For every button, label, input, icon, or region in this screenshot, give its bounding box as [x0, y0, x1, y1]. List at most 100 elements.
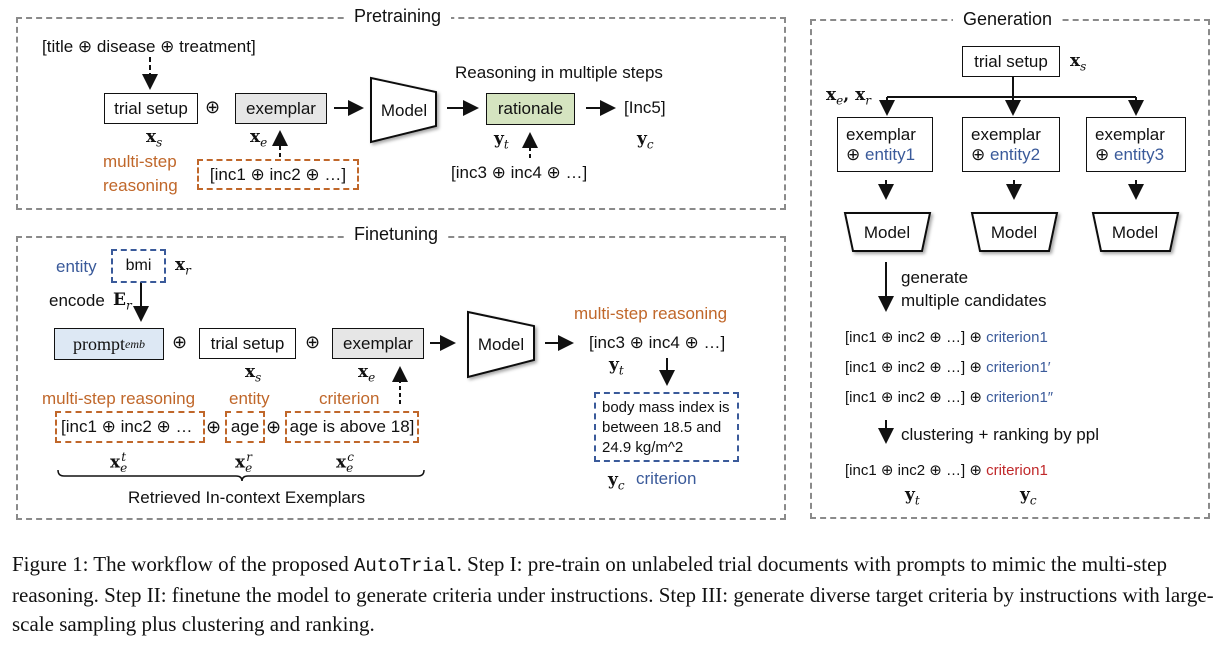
finetuning-title: Finetuning: [344, 224, 449, 245]
gen-candidate-1: [inc1 ⊕ inc2 ⊕ …] ⊕ criterion1: [845, 328, 1048, 348]
ft-criterion-label: criterion: [319, 389, 380, 408]
gen-model-label-2: Model: [990, 223, 1038, 242]
candidate-prefix: [inc1 ⊕ inc2 ⊕ …] ⊕: [845, 389, 987, 406]
subscript: t: [503, 137, 509, 152]
rationale-label: rationale: [497, 99, 564, 118]
entity-label: entity1: [864, 144, 916, 164]
candidate-criterion: criterion1″: [986, 389, 1054, 406]
ft-xe: xe: [358, 362, 375, 387]
subscript: r: [125, 298, 132, 313]
oplus-symbol: ⊕: [266, 417, 282, 437]
criterion-line: 24.9 kg/m^2: [602, 439, 684, 456]
trial-setup-label: trial setup: [210, 333, 285, 353]
gen-exemplar-box-2: exemplar ⊕ entity2: [962, 117, 1060, 172]
comma: ,: [843, 85, 856, 105]
ft-exemplar-box: exemplar: [332, 328, 424, 359]
subscript: t: [914, 493, 920, 508]
entity-label: entity2: [989, 144, 1041, 164]
oplus-symbol: ⊕: [206, 417, 222, 437]
oplus-symbol: ⊕: [971, 144, 986, 164]
gen-exemplar-box-3: exemplar ⊕ entity3: [1086, 117, 1186, 172]
gen-xs: xs: [1070, 51, 1086, 76]
pretraining-title: Pretraining: [344, 6, 452, 27]
candidate-prefix: [inc1 ⊕ inc2 ⊕ …] ⊕: [845, 462, 987, 479]
oplus-symbol: ⊕: [305, 332, 321, 352]
superscript: r: [246, 450, 252, 464]
criterion-line: body mass index is: [602, 399, 730, 416]
candidate-criterion: criterion1: [986, 329, 1048, 346]
prompt-text: prompt: [73, 333, 125, 354]
prompt-subscript: emb: [125, 336, 145, 351]
x-symbol: x: [1070, 51, 1081, 71]
pretrain-inc34-bracket: [inc3 ⊕ inc4 ⊕ …]: [451, 163, 588, 182]
caption-text: Figure 1: The workflow of the proposed: [12, 552, 354, 576]
subscript: e: [368, 370, 376, 385]
ft-prompt-box: prompt emb: [54, 328, 164, 360]
pretrain-yt: yt: [494, 129, 509, 154]
figure-caption: Figure 1: The workflow of the proposed A…: [12, 550, 1222, 639]
pretrain-model-label: Model: [380, 101, 428, 120]
entity-line: ⊕ entity3: [1095, 145, 1164, 165]
E-symbol: E: [113, 290, 126, 310]
subscript: s: [1080, 59, 1087, 74]
ft-model-label: Model: [477, 335, 525, 354]
gen-candidate-3: [inc1 ⊕ inc2 ⊕ …] ⊕ criterion1″: [845, 388, 1053, 408]
ft-criterion-box: age is above 18]: [285, 411, 419, 443]
x-symbol: x: [336, 452, 347, 473]
ft-xet: xet: [110, 447, 127, 478]
ft-age-box: age: [225, 411, 265, 443]
candidate-prefix: [inc1 ⊕ inc2 ⊕ …] ⊕: [845, 329, 987, 346]
exemplar-label: exemplar: [846, 124, 916, 144]
entity-line: ⊕ entity2: [971, 145, 1040, 165]
subscript: c: [1029, 493, 1037, 508]
y-symbol: y: [1020, 485, 1030, 505]
x-symbol: x: [358, 362, 369, 382]
gen-yt: yt: [905, 485, 920, 510]
ft-trial-setup-box: trial setup: [199, 328, 296, 359]
oplus-symbol: ⊕: [205, 97, 221, 117]
ft-out-multistep-label: multi-step reasoning: [574, 304, 728, 323]
ft-xs: xs: [245, 362, 261, 387]
pretrain-xe: xe: [250, 127, 267, 152]
ft-yc: yc: [608, 470, 625, 495]
age-text: age: [230, 417, 260, 436]
ft-yt: yt: [609, 355, 624, 380]
pretrain-xs: xs: [146, 127, 162, 152]
x-symbol: x: [235, 452, 246, 473]
candidate-criterion: criterion1′: [986, 359, 1051, 376]
ft-Er: Er: [113, 290, 132, 315]
final-criterion: criterion1: [986, 462, 1048, 479]
ft-inc-box: [inc1 ⊕ inc2 ⊕ …: [55, 411, 205, 443]
reasoning-multiple-steps-label: Reasoning in multiple steps: [455, 63, 663, 82]
oplus-symbol: ⊕: [1095, 144, 1110, 164]
subscript: s: [156, 135, 163, 150]
x-symbol: x: [110, 452, 121, 473]
gen-clustering-label: clustering + ranking by ppl: [901, 425, 1099, 444]
ft-xer: xer: [235, 447, 252, 478]
x-symbol: x: [146, 127, 157, 147]
gen-model-label-1: Model: [863, 223, 911, 242]
gen-xe-xr: xe, xr: [826, 85, 871, 110]
pretrain-yc: yc: [637, 129, 654, 154]
pretrain-multistep-label-1: multi-step: [103, 152, 177, 171]
inc-bracket-text: [inc1 ⊕ inc2 ⊕ …]: [209, 164, 347, 184]
exemplar-label: exemplar: [1095, 124, 1165, 144]
gen-generate-line1: generate: [901, 268, 969, 287]
y-symbol: y: [608, 470, 618, 490]
ft-bmi-box: bmi: [111, 249, 166, 283]
oplus-symbol: ⊕: [172, 332, 188, 352]
candidate-prefix: [inc1 ⊕ inc2 ⊕ …] ⊕: [845, 359, 987, 376]
pretrain-input-bracket: [title ⊕ disease ⊕ treatment]: [42, 37, 256, 56]
inc-bracket-text: [inc1 ⊕ inc2 ⊕ …: [61, 417, 193, 436]
trial-setup-label: trial setup: [114, 98, 188, 118]
gen-yc: yc: [1020, 485, 1037, 510]
pretrain-trial-setup-box: trial setup: [104, 93, 198, 124]
exemplar-label: exemplar: [246, 98, 316, 118]
caption-method-name: AutoTrial: [353, 555, 457, 577]
subscript: r: [865, 93, 871, 108]
superscript: c: [347, 450, 354, 464]
ft-multistep-label: multi-step reasoning: [42, 389, 196, 408]
subscript: r: [185, 263, 191, 278]
generation-title: Generation: [953, 9, 1063, 30]
x-symbol: x: [245, 362, 256, 382]
